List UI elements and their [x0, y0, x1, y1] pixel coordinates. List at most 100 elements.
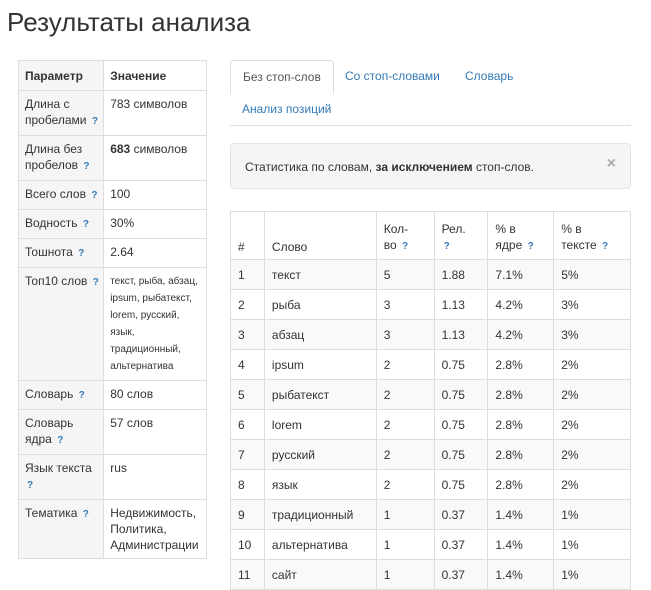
cell-text: 1% — [553, 499, 631, 530]
tab-position-analysis[interactable]: Анализ позиций — [230, 93, 343, 125]
parameter-value: Недвижимость, Политика, Администрации — [103, 499, 207, 559]
parameter-label-cell: Водность ? — [17, 209, 105, 239]
cell-num: 8 — [230, 469, 265, 500]
header-text-line1: % в — [561, 222, 582, 236]
param-header: Параметр — [17, 60, 105, 91]
cell-core: 4.2% — [487, 289, 555, 320]
header-text: % в тексте ? — [553, 211, 631, 260]
help-icon[interactable]: ? — [78, 248, 84, 259]
help-icon[interactable]: ? — [83, 161, 89, 172]
parameter-label-cell: Длина без пробелов ? — [17, 135, 105, 181]
cell-count: 2 — [375, 439, 435, 470]
cell-rel: 0.75 — [433, 439, 489, 470]
parameter-label: Длина без пробелов — [25, 142, 83, 172]
header-num: # — [230, 211, 265, 260]
close-icon[interactable]: × — [607, 156, 616, 172]
header-word: Слово — [263, 211, 377, 260]
parameter-value: 783 символов — [103, 90, 207, 136]
cell-rel: 0.37 — [433, 559, 489, 590]
parameter-row: Водность ? 30% — [17, 209, 207, 239]
parameter-value: 683 символов — [103, 135, 207, 181]
cell-count: 5 — [375, 259, 435, 290]
help-icon[interactable]: ? — [79, 390, 85, 401]
parameter-label: Тошнота — [25, 245, 73, 259]
parameter-label: Словарь — [25, 387, 74, 401]
cell-text: 1% — [553, 559, 631, 590]
cell-rel: 0.37 — [433, 529, 489, 560]
cell-core: 1.4% — [487, 499, 555, 530]
parameter-value: 30% — [103, 209, 207, 239]
parameter-row: Длина без пробелов ? 683 символов — [17, 135, 207, 181]
table-row: 10 альтернатива 1 0.37 1.4% 1% — [230, 529, 631, 560]
tab-dictionary[interactable]: Словарь — [453, 60, 525, 92]
alert-text-before: Статистика по словам, — [245, 160, 376, 174]
header-core: % в ядре ? — [487, 211, 555, 260]
parameter-label-cell: Язык текста ? — [17, 454, 105, 500]
parameter-label-cell: Тематика ? — [17, 499, 105, 559]
cell-count: 2 — [375, 469, 435, 500]
help-icon[interactable]: ? — [92, 116, 98, 127]
cell-core: 2.8% — [487, 349, 555, 380]
cell-count: 3 — [375, 289, 435, 320]
header-text-line2: тексте — [561, 238, 597, 252]
cell-text: 5% — [553, 259, 631, 290]
cell-word: язык — [263, 469, 377, 500]
parameter-label: Длина с пробелами — [25, 97, 87, 127]
table-row: 7 русский 2 0.75 2.8% 2% — [230, 439, 631, 470]
parameter-label: Всего слов — [25, 187, 86, 201]
cell-num: 6 — [230, 409, 265, 440]
table-row: 1 текст 5 1.88 7.1% 5% — [230, 259, 631, 290]
parameter-label-cell: Топ10 слов ? — [17, 267, 105, 381]
info-alert: Статистика по словам, за исключением сто… — [230, 143, 631, 189]
words-header-row: # Слово Кол-во ? Рел.? % в ядре ? % в текс… — [230, 211, 631, 260]
help-icon[interactable]: ? — [93, 277, 99, 288]
cell-word: текст — [263, 259, 377, 290]
help-icon[interactable]: ? — [402, 241, 408, 252]
help-icon[interactable]: ? — [602, 241, 608, 252]
tabs-bar: Без стоп-слов Со стоп-словами Словарь Ан… — [230, 60, 631, 126]
cell-word: русский — [263, 439, 377, 470]
help-icon[interactable]: ? — [83, 219, 89, 230]
cell-count: 1 — [375, 559, 435, 590]
cell-core: 1.4% — [487, 529, 555, 560]
cell-num: 10 — [230, 529, 265, 560]
cell-text: 2% — [553, 469, 631, 500]
cell-word: абзац — [263, 319, 377, 350]
header-core-line1: % в — [495, 222, 516, 236]
help-icon[interactable]: ? — [528, 241, 534, 252]
parameter-row: Топ10 слов ? текст, рыба, абзац, ipsum, р… — [17, 267, 207, 381]
parameter-label-cell: Словарь ? — [17, 380, 105, 410]
cell-rel: 0.37 — [433, 499, 489, 530]
header-rel: Рел.? — [433, 211, 489, 260]
parameter-label-cell: Словарь ядра ? — [17, 409, 105, 455]
parameter-value: 2.64 — [103, 238, 207, 268]
cell-num: 9 — [230, 499, 265, 530]
header-core-line2: ядре — [495, 238, 523, 252]
cell-text: 3% — [553, 319, 631, 350]
help-icon[interactable]: ? — [91, 190, 97, 201]
parameter-row: Словарь ? 80 слов — [17, 380, 207, 410]
help-icon[interactable]: ? — [27, 480, 33, 491]
cell-text: 2% — [553, 439, 631, 470]
cell-count: 2 — [375, 379, 435, 410]
table-row: 2 рыба 3 1.13 4.2% 3% — [230, 289, 631, 320]
alert-text-bold: за исключением — [375, 160, 473, 174]
cell-text: 3% — [553, 289, 631, 320]
help-icon[interactable]: ? — [57, 435, 63, 446]
cell-core: 2.8% — [487, 379, 555, 410]
cell-count: 3 — [375, 319, 435, 350]
parameter-value: rus — [103, 454, 207, 500]
header-count: Кол-во ? — [375, 211, 435, 260]
cell-word: рыба — [263, 289, 377, 320]
help-icon[interactable]: ? — [444, 241, 450, 252]
cell-rel: 1.13 — [433, 289, 489, 320]
cell-rel: 1.13 — [433, 319, 489, 350]
tab-without-stop-words[interactable]: Без стоп-слов — [230, 60, 334, 94]
help-icon[interactable]: ? — [83, 509, 89, 520]
cell-num: 3 — [230, 319, 265, 350]
tab-with-stop-words[interactable]: Со стоп-словами — [333, 60, 452, 92]
cell-count: 1 — [375, 529, 435, 560]
table-row: 11 сайт 1 0.37 1.4% 1% — [230, 559, 631, 590]
cell-core: 2.8% — [487, 469, 555, 500]
cell-rel: 0.75 — [433, 469, 489, 500]
